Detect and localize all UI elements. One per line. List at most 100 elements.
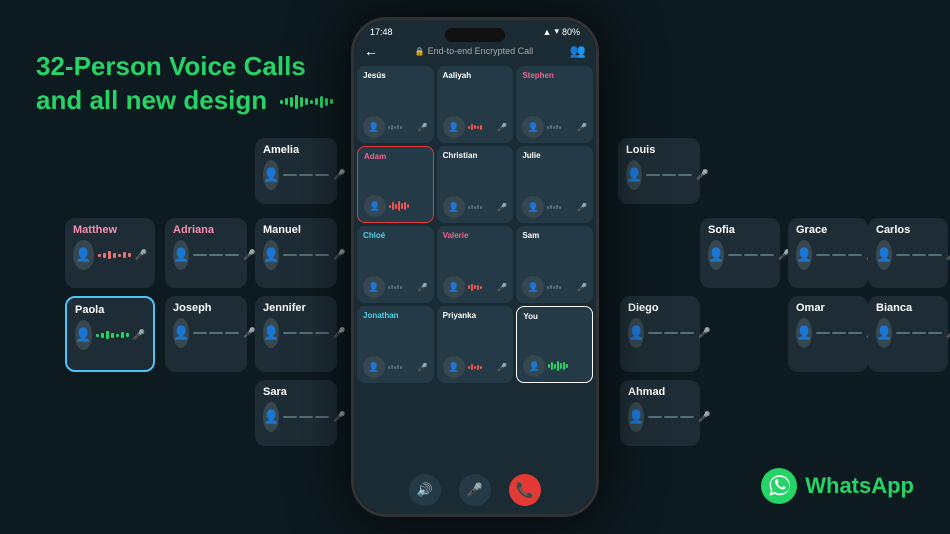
participant-name-priyanka: Priyanka: [443, 311, 476, 320]
waveform-jesus: [388, 125, 415, 130]
participant-card-chloe: Chloé 👤 🎤: [357, 226, 434, 303]
end-call-button[interactable]: 📞: [509, 474, 541, 506]
bg-participant-card: Carlos👤🎤: [868, 218, 948, 288]
mic-icon-sam: 🎤: [577, 283, 587, 292]
waveform-jonathan: [388, 365, 415, 369]
back-arrow-icon[interactable]: ←: [364, 43, 378, 59]
mic-icon: 🎤: [698, 412, 710, 423]
bg-participant-name: Sara: [263, 386, 329, 398]
participant-grid: Jesús 👤 🎤 Aaliyah 👤 🎤: [354, 63, 596, 466]
whatsapp-logo-icon: [761, 468, 797, 504]
call-controls: 🔊 🎤 📞: [354, 466, 596, 514]
speaker-button[interactable]: 🔊: [409, 474, 441, 506]
bg-participant-card: Matthew👤🎤: [65, 218, 155, 288]
whatsapp-name: WhatsApp: [805, 473, 914, 499]
bg-participant-name: Matthew: [73, 224, 147, 236]
hero-waveform: [280, 95, 333, 109]
mic-icon: 🎤: [698, 328, 710, 339]
waveform-sam: [547, 285, 574, 289]
bg-participant-name: Joseph: [173, 302, 239, 314]
participant-card-stephen: Stephen 👤 🎤: [516, 66, 593, 143]
avatar-christian: 👤: [443, 196, 465, 218]
phone-frame: 17:48 ▲ ▾ 80% ← 🔒 End-to-end Encrypted C…: [351, 17, 599, 517]
bg-participant-card: Adriana👤🎤: [165, 218, 247, 288]
mic-icon: 🎤: [696, 170, 708, 181]
waveform-christian: [468, 205, 495, 209]
status-icons: ▲ ▾ 80%: [543, 26, 580, 37]
bg-participant-card: Sofia👤🎤: [700, 218, 780, 288]
bg-participant-card: Omar👤🎤: [788, 296, 868, 372]
avatar-jonathan: 👤: [363, 356, 385, 378]
avatar-julie: 👤: [522, 196, 544, 218]
participant-name-you: You: [523, 312, 538, 321]
avatar-jesus: 👤: [363, 116, 385, 138]
mic-icon-christian: 🎤: [497, 203, 507, 212]
bg-participant-card: Ahmad👤🎤: [620, 380, 700, 446]
participant-name-chloe: Chloé: [363, 231, 385, 240]
avatar-priyanka: 👤: [443, 356, 465, 378]
mic-icon-priyanka: 🎤: [497, 363, 507, 372]
bg-participant-card: Joseph👤🎤: [165, 296, 247, 372]
participant-name-sam: Sam: [522, 231, 539, 240]
mic-icon: 🎤: [333, 328, 345, 339]
mic-icon-valerie: 🎤: [497, 283, 507, 292]
bg-participant-name: Paola: [75, 304, 145, 316]
mic-icon-julie: 🎤: [577, 203, 587, 212]
participant-card-aaliyah: Aaliyah 👤 🎤: [437, 66, 514, 143]
participant-name-aaliyah: Aaliyah: [443, 71, 471, 80]
participant-name-jonathan: Jonathan: [363, 311, 399, 320]
participant-card-jesus: Jesús 👤 🎤: [357, 66, 434, 143]
call-title: 🔒 End-to-end Encrypted Call: [386, 46, 562, 56]
participant-name-valerie: Valerie: [443, 231, 469, 240]
bg-participant-name: Carlos: [876, 224, 940, 236]
add-participants-icon[interactable]: 👥: [570, 43, 586, 59]
avatar-sam: 👤: [522, 276, 544, 298]
mic-icon-aaliyah: 🎤: [497, 123, 507, 132]
bg-participant-card: Sara👤🎤: [255, 380, 337, 446]
waveform-priyanka: [468, 364, 495, 370]
waveform-chloe: [388, 285, 415, 289]
call-status-text: End-to-end Encrypted Call: [428, 46, 534, 56]
avatar-you: 👤: [523, 355, 545, 377]
participant-card-adam: Adam 👤: [357, 146, 434, 223]
mic-icon: 🎤: [946, 250, 950, 261]
participant-card-you: You 👤: [516, 306, 593, 383]
hero-line1: 32-Person Voice Calls: [36, 50, 333, 84]
mic-icon: 🎤: [333, 170, 345, 181]
participant-name-jesus: Jesús: [363, 71, 386, 80]
bg-participant-name: Jennifer: [263, 302, 329, 314]
signal-icon: ▲: [543, 27, 552, 37]
bg-participant-name: Amelia: [263, 144, 329, 156]
hero-line2: and all new design: [36, 84, 333, 118]
participant-card-julie: Julie 👤 🎤: [516, 146, 593, 223]
participant-name-stephen: Stephen: [522, 71, 554, 80]
participant-name-adam: Adam: [364, 152, 386, 161]
phone-screen: 17:48 ▲ ▾ 80% ← 🔒 End-to-end Encrypted C…: [354, 20, 596, 514]
mic-icon: 🎤: [333, 250, 345, 261]
battery-icon: 80%: [562, 27, 580, 37]
waveform-you: [548, 361, 586, 371]
bg-participant-card: Grace👤🎤: [788, 218, 868, 288]
participant-card-christian: Christian 👤 🎤: [437, 146, 514, 223]
mic-icon-chloe: 🎤: [418, 283, 428, 292]
avatar-valerie: 👤: [443, 276, 465, 298]
avatar-adam: 👤: [364, 195, 386, 217]
phone-time: 17:48: [370, 27, 393, 37]
bg-participant-name: Louis: [626, 144, 692, 156]
call-header: ← 🔒 End-to-end Encrypted Call 👥: [354, 39, 596, 63]
waveform-aaliyah: [468, 124, 495, 130]
mic-icon: 🎤: [135, 250, 147, 261]
participant-name-julie: Julie: [522, 151, 540, 160]
mic-icon-jonathan: 🎤: [418, 363, 428, 372]
avatar-stephen: 👤: [522, 116, 544, 138]
hero-text: 32-Person Voice Calls and all new design: [36, 50, 333, 118]
bg-participant-name: Diego: [628, 302, 692, 314]
mute-button[interactable]: 🎤: [459, 474, 491, 506]
mic-icon: 🎤: [333, 412, 345, 423]
bg-participant-name: Omar: [796, 302, 860, 314]
waveform-julie: [547, 205, 574, 209]
avatar-chloe: 👤: [363, 276, 385, 298]
participant-name-christian: Christian: [443, 151, 478, 160]
bg-participant-name: Ahmad: [628, 386, 692, 398]
participant-card-priyanka: Priyanka 👤 🎤: [437, 306, 514, 383]
